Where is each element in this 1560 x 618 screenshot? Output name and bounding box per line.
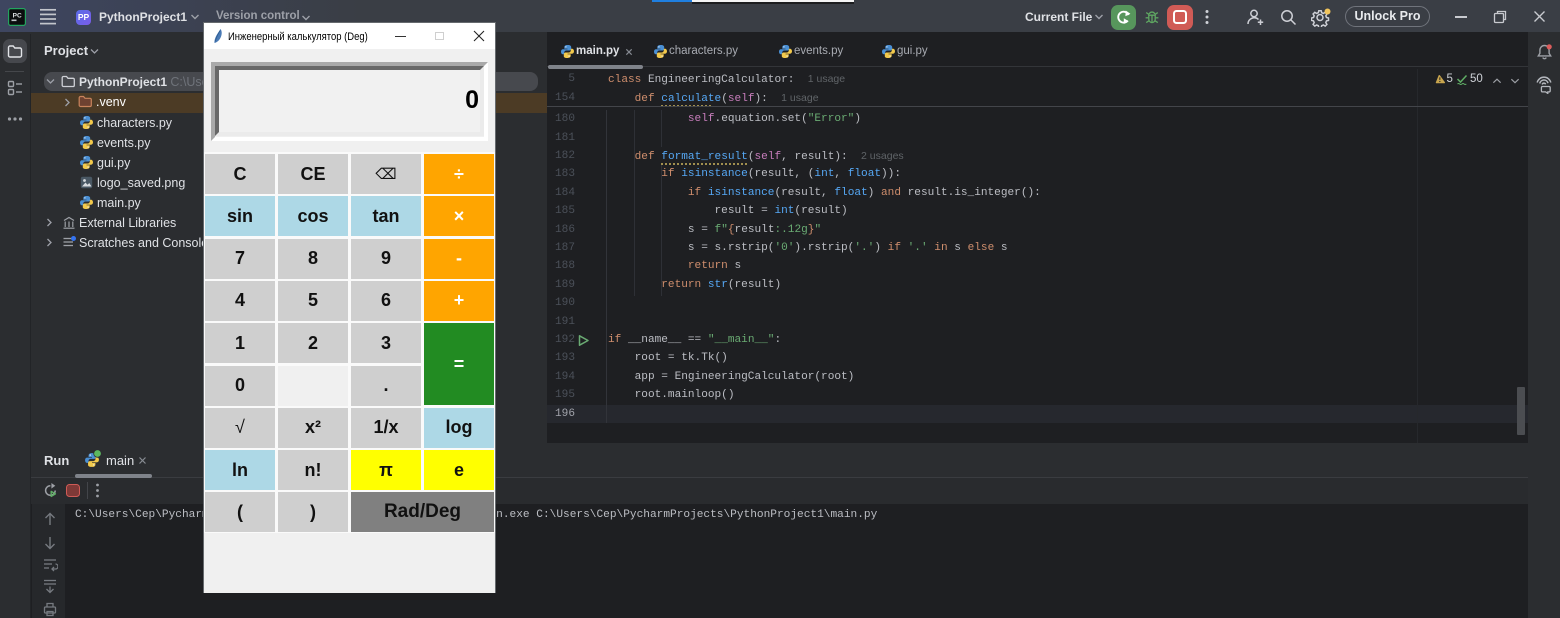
svg-text:PC: PC (13, 13, 22, 20)
